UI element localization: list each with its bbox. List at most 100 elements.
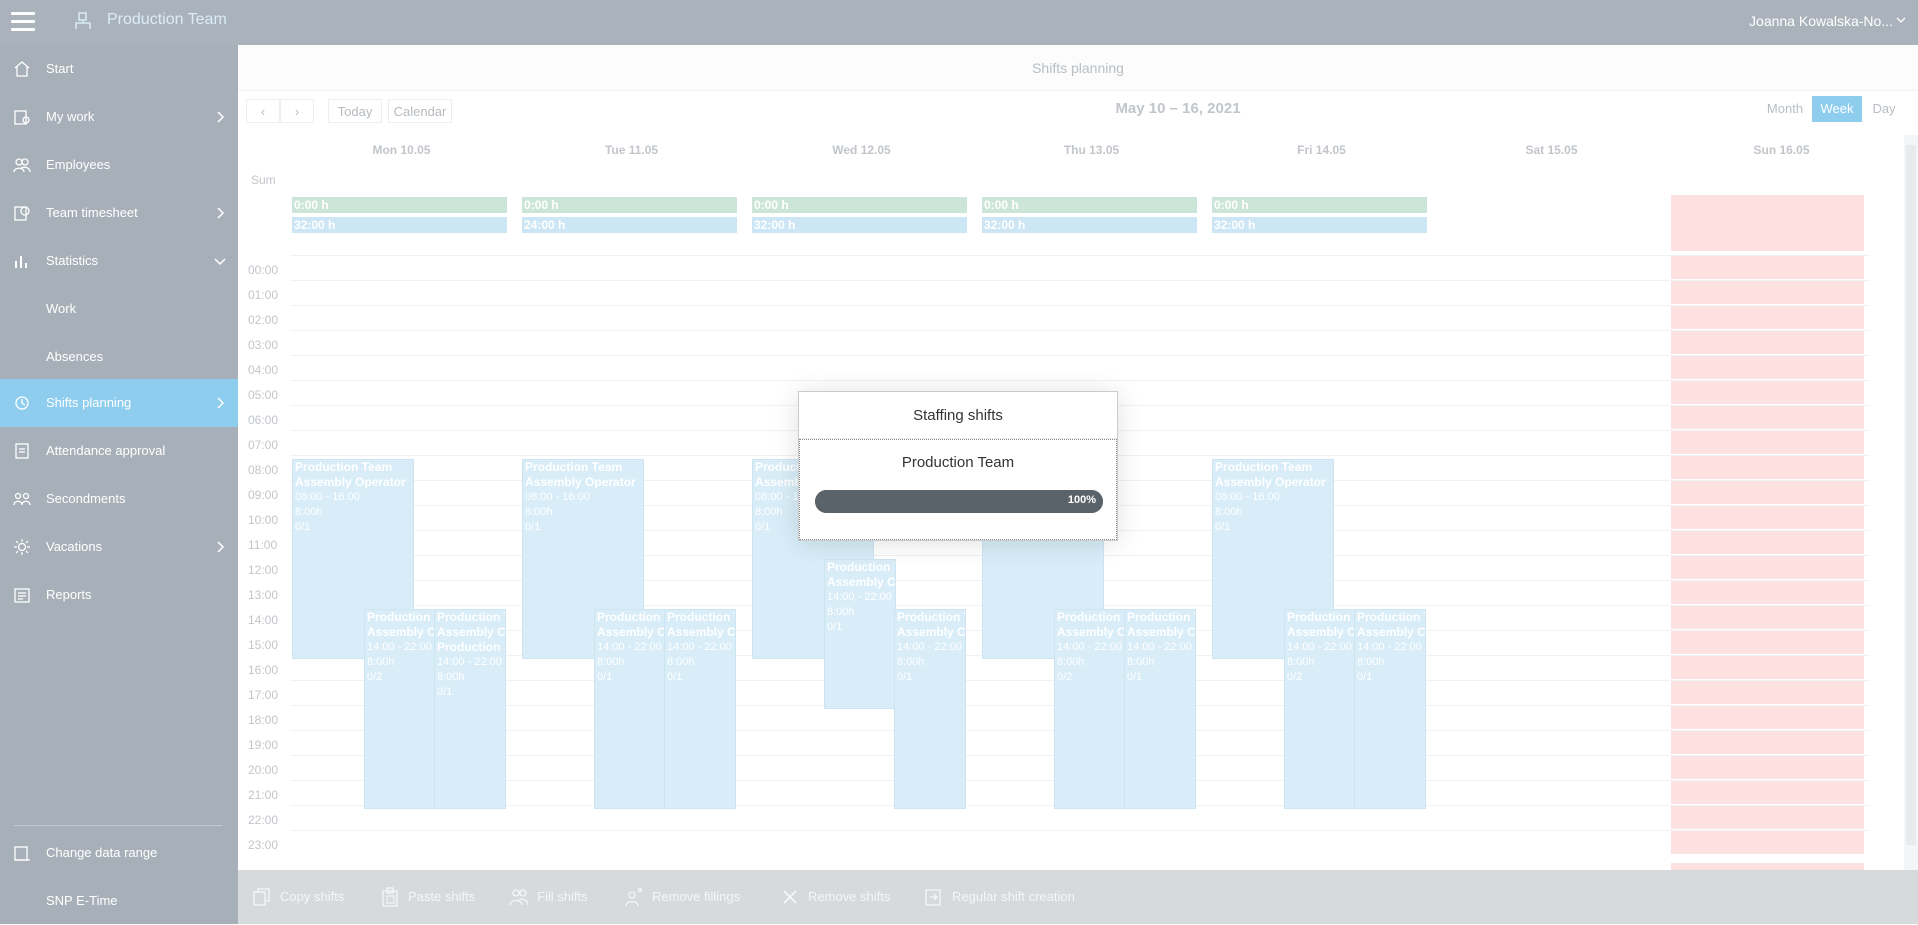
shift-block[interactable]: Production TeamAssembly C 14:00 - 22:00 8:… (1284, 609, 1356, 809)
chevron-down-icon[interactable] (1896, 15, 1906, 25)
weekend-hour-cell[interactable] (1671, 356, 1864, 380)
remove-fillings-button[interactable]: Remove fillings (624, 885, 754, 909)
sidebar-item-team-timesheet[interactable]: Team timesheet (0, 189, 238, 237)
shift-dur: 8:00h (1287, 656, 1315, 668)
day-header[interactable]: Mon 10.05 (294, 143, 509, 157)
weekend-hour-cell[interactable] (1671, 456, 1864, 480)
weekend-hour-cell[interactable] (1671, 481, 1864, 505)
sidebar-item-shifts-planning[interactable]: Shifts planning (0, 379, 238, 427)
fill-shifts-button[interactable]: Fill shifts (509, 885, 599, 909)
shift-time: 14:00 - 22:00 (597, 641, 662, 653)
weekend-hour-cell[interactable] (1671, 506, 1864, 530)
sidebar-item-label: My work (46, 109, 95, 124)
dialog-title: Staffing shifts (799, 392, 1117, 439)
shift-extra: Production (437, 640, 501, 654)
shift-block[interactable]: Production TeamAssembly CProduction 14:00… (434, 609, 506, 809)
sidebar-item-attendance-approval[interactable]: Attendance approval (0, 427, 238, 475)
weekend-hour-cell[interactable] (1671, 331, 1864, 355)
shift-subtitle: Assembly C (1287, 625, 1356, 639)
prev-button[interactable]: ‹ (246, 99, 280, 123)
calendar-button[interactable]: Calendar (388, 99, 452, 123)
team-title[interactable]: Production Team (107, 11, 227, 29)
sidebar-item-label: Team timesheet (46, 205, 138, 220)
shift-block[interactable]: Production TeamAssembly C 14:00 - 22:00 8:… (1354, 609, 1426, 809)
sidebar-item-absences[interactable]: Absences (0, 333, 238, 379)
weekend-hour-cell[interactable] (1671, 731, 1864, 755)
weekend-hour-cell[interactable] (1671, 431, 1864, 455)
view-week-button[interactable]: Week (1812, 96, 1862, 122)
shift-subtitle: Assembly C (367, 625, 436, 639)
paste-shifts-button[interactable]: Paste shifts (380, 885, 490, 909)
menu-icon[interactable] (11, 12, 35, 32)
shift-fill: 0/2 (1057, 671, 1073, 683)
shift-fill: 0/1 (827, 621, 843, 633)
shift-fill: 0/1 (667, 671, 683, 683)
day-header[interactable]: Sun 16.05 (1674, 143, 1889, 157)
sidebar-item-start[interactable]: Start (0, 45, 238, 93)
dialog-body: Production Team 100% (799, 439, 1117, 540)
next-button[interactable]: › (280, 99, 314, 123)
shift-block[interactable]: Production TeamAssembly C 14:00 - 22:00 8:… (594, 609, 666, 809)
hour-label: 22:00 (248, 813, 279, 827)
sidebar-item-vacations[interactable]: Vacations (0, 523, 238, 571)
day-header[interactable]: Wed 12.05 (754, 143, 969, 157)
shift-block[interactable]: Production TeamAssembly C 14:00 - 22:00 8:… (1124, 609, 1196, 809)
remove-shifts-button[interactable]: Remove shifts (780, 885, 900, 909)
weekend-hour-cell[interactable] (1671, 706, 1864, 730)
weekend-hour-cell[interactable] (1671, 381, 1864, 405)
weekend-hour-cell[interactable] (1671, 756, 1864, 780)
weekend-hour-cell[interactable] (1671, 781, 1864, 805)
sidebar-item-secondments[interactable]: Secondments (0, 475, 238, 523)
remove-shifts-label: Remove shifts (808, 889, 891, 904)
sidebar-item-my-work[interactable]: My work (0, 93, 238, 141)
sidebar-item-statistics[interactable]: Statistics (0, 237, 238, 285)
sidebar-item-reports[interactable]: Reports (0, 571, 238, 619)
weekend-hour-cell[interactable] (1671, 306, 1864, 330)
weekend-hour-cell[interactable] (1671, 531, 1864, 555)
today-button[interactable]: Today (328, 99, 382, 123)
shift-block[interactable]: Production TeamAssembly C 14:00 - 22:00 8:… (1054, 609, 1126, 809)
weekend-hour-cell[interactable] (1671, 631, 1864, 655)
shift-block[interactable]: Production TeamAssembly C 14:00 - 22:00 8:… (364, 609, 436, 809)
weekend-hour-cell[interactable] (1671, 806, 1864, 830)
hour-label: 04:00 (248, 363, 279, 377)
sidebar-item-employees[interactable]: Employees (0, 141, 238, 189)
hour-gridline (290, 255, 1870, 256)
shift-block[interactable]: Production TeamAssembly C 14:00 - 22:00 8:… (664, 609, 736, 809)
copy-shifts-button[interactable]: Copy shifts (252, 885, 362, 909)
weekend-hour-cell[interactable] (1671, 656, 1864, 680)
report-icon (14, 588, 30, 603)
weekend-hour-cell[interactable] (1671, 581, 1864, 605)
day-header[interactable]: Sat 15.05 (1444, 143, 1659, 157)
hour-label: 08:00 (248, 463, 279, 477)
user-name[interactable]: Joanna Kowalska-No... (1749, 13, 1893, 29)
weekend-hour-cell[interactable] (1671, 556, 1864, 580)
hour-label: 11:00 (248, 538, 278, 552)
weekend-hour-cell[interactable] (1671, 256, 1864, 280)
shift-subtitle: Assembly C (1057, 625, 1126, 639)
shift-block[interactable]: Production TeamAssembly C 14:00 - 22:00 8:… (824, 559, 896, 709)
shift-block[interactable]: Production TeamAssembly C 14:00 - 22:00 8:… (894, 609, 966, 809)
weekend-hour-cell[interactable] (1671, 606, 1864, 630)
day-header[interactable]: Fri 14.05 (1214, 143, 1429, 157)
regular-shift-creation-button[interactable]: Regular shift creation (924, 885, 1094, 909)
shift-subtitle: Assembly C (1357, 625, 1426, 639)
weekend-hour-cell[interactable] (1671, 281, 1864, 305)
scrollbar-thumb[interactable] (1906, 145, 1916, 845)
view-day-button[interactable]: Day (1864, 96, 1904, 122)
weekend-hour-cell[interactable] (1671, 681, 1864, 705)
hour-label: 12:00 (248, 563, 279, 577)
shift-title: Production Team (1057, 610, 1125, 624)
sidebar-item-label: Reports (46, 587, 92, 602)
sun-icon (14, 539, 30, 555)
sidebar-item-work[interactable]: Work (0, 285, 238, 333)
day-header[interactable]: Tue 11.05 (524, 143, 739, 157)
sidebar-item-snp-e-time[interactable]: SNP E-Time (0, 877, 238, 925)
day-header[interactable]: Thu 13.05 (984, 143, 1199, 157)
view-month-button[interactable]: Month (1760, 96, 1810, 122)
weekend-hour-cell[interactable] (1671, 831, 1864, 855)
sidebar-item-change-data-range[interactable]: Change data range (0, 829, 238, 877)
sum-actual: 0:00 h (522, 197, 737, 213)
sum-label: Sum (251, 173, 276, 187)
weekend-hour-cell[interactable] (1671, 406, 1864, 430)
